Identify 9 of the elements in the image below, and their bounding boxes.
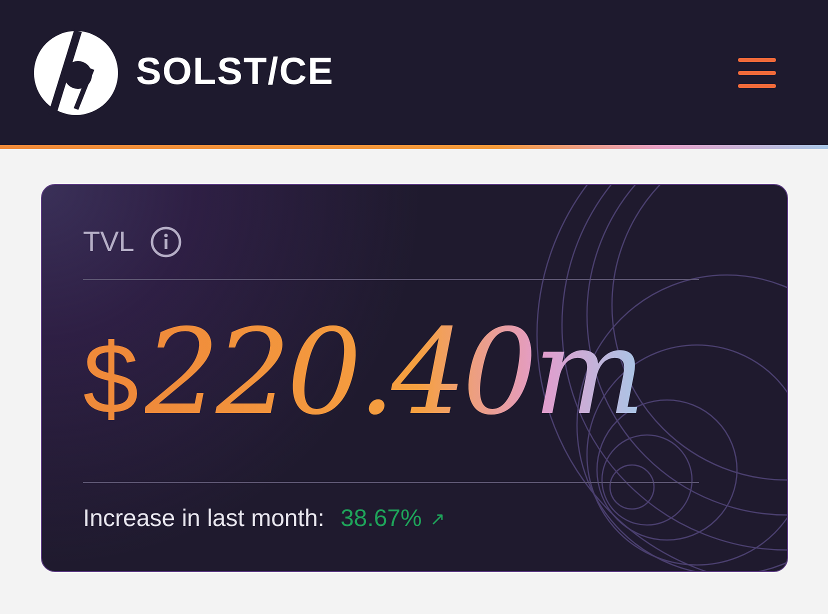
change-value: 38.67%: [340, 505, 422, 533]
tvl-label: TVL: [83, 226, 134, 258]
logo-icon: [32, 28, 120, 116]
change-label: Increase in last month:: [83, 505, 324, 533]
info-icon[interactable]: [150, 226, 182, 258]
brand-name: SOLST/CE: [136, 51, 334, 94]
up-arrow-icon: ↗: [430, 508, 445, 530]
currency-symbol: $: [83, 322, 139, 437]
menu-icon[interactable]: [738, 58, 776, 88]
